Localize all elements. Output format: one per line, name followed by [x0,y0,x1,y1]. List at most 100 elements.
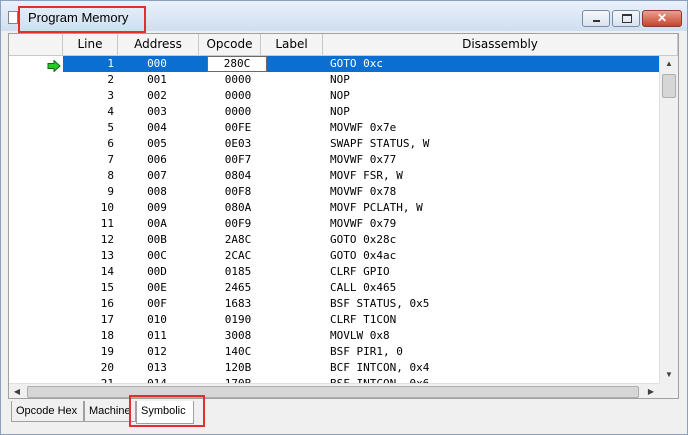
column-header-disassembly[interactable]: Disassembly [323,34,678,56]
address-cell: 00B [147,233,167,246]
line-cell: 3 [107,89,114,102]
header-gutter [9,34,63,56]
opcode-cell: 0000 [224,73,252,86]
disassembly-cell: GOTO 0xc [330,57,383,70]
table-row[interactable]: 10 009 080A MOVF PCLATH, W [63,200,659,216]
column-header-line[interactable]: Line [63,34,118,56]
disassembly-cell: SWAPF STATUS, W [330,137,430,150]
opcode-cell: 140C [224,345,252,358]
table-row[interactable]: 8 007 0804 MOVF FSR, W [63,168,659,184]
column-header-opcode[interactable]: Opcode [199,34,261,56]
opcode-cell: 2465 [224,281,252,294]
column-header-label[interactable]: Label [261,34,323,56]
column-header-address[interactable]: Address [118,34,199,56]
address-cell: 003 [147,105,167,118]
scroll-down-icon[interactable]: ▼ [661,367,677,383]
disassembly-cell: MOVWF 0x7e [330,121,397,134]
opcode-cell: 120B [224,361,252,374]
view-tabs: Opcode Hex Machine Symbolic [8,401,679,425]
address-cell: 013 [147,361,167,374]
green-arrow-icon [47,60,61,72]
scroll-up-icon[interactable]: ▲ [661,56,677,72]
line-cell: 9 [107,185,114,198]
opcode-cell: 00F8 [224,185,252,198]
disassembly-cell: CLRF T1CON [330,313,397,326]
line-cell: 2 [107,73,114,86]
disassembly-cell: NOP [330,105,350,118]
opcode-cell: 1683 [224,297,252,310]
address-cell: 00F [147,297,167,310]
table-row[interactable]: 3 002 0000 NOP [63,88,659,104]
table-row[interactable]: 13 00C 2CAC GOTO 0x4ac [63,248,659,264]
line-cell: 18 [100,329,114,342]
table-row[interactable]: 11 00A 00F9 MOVWF 0x79 [63,216,659,232]
table-row[interactable]: 6 005 0E03 SWAPF STATUS, W [63,136,659,152]
breakpoint-gutter[interactable] [9,56,63,398]
table-row[interactable]: 14 00D 0185 CLRF GPIO [63,264,659,280]
line-cell: 5 [107,121,114,134]
disassembly-cell: BSF PIR1, 0 [330,345,403,358]
minimize-button[interactable] [582,10,610,27]
table-row[interactable]: 9 008 00F8 MOVWF 0x78 [63,184,659,200]
scroll-left-icon[interactable]: ◀ [9,384,25,398]
line-cell: 10 [100,201,114,214]
table-row[interactable]: 18 011 3008 MOVLW 0x8 [63,328,659,344]
line-cell: 19 [100,345,114,358]
scroll-right-icon[interactable]: ▶ [643,384,659,398]
disassembly-cell: MOVF PCLATH, W [330,201,423,214]
table-row[interactable]: 20 013 120B BCF INTCON, 0x4 [63,360,659,376]
address-cell: 011 [147,329,167,342]
scrollbar-corner [659,383,678,398]
opcode-cell: 0E03 [224,137,252,150]
line-cell: 17 [100,313,114,326]
opcode-cell: 080A [224,201,252,214]
maximize-icon [622,14,632,23]
disassembly-cell: CLRF GPIO [330,265,390,278]
table-row[interactable]: 5 004 00FE MOVWF 0x7e [63,120,659,136]
table-row[interactable]: 15 00E 2465 CALL 0x465 [63,280,659,296]
opcode-cell: 280C [207,56,267,72]
disassembly-cell: GOTO 0x28c [330,233,397,246]
address-cell: 004 [147,121,167,134]
opcode-cell: 0000 [224,89,252,102]
disassembly-cell: MOVLW 0x8 [330,329,390,342]
table-row[interactable]: 12 00B 2A8C GOTO 0x28c [63,232,659,248]
line-cell: 14 [100,265,114,278]
close-button[interactable]: ✕ [642,10,682,27]
opcode-cell: 2CAC [224,249,252,262]
address-cell: 005 [147,137,167,150]
address-cell: 002 [147,89,167,102]
tab-opcode-hex[interactable]: Opcode Hex [11,401,84,422]
maximize-button[interactable] [612,10,640,27]
opcode-cell: 0000 [224,105,252,118]
table-row[interactable]: 1 000 280C GOTO 0xc [63,56,659,72]
opcode-cell: 00FE [224,121,252,134]
line-cell: 6 [107,137,114,150]
program-memory-grid: Line Address Opcode Label Disassembly 10… [8,33,679,399]
horizontal-scrollbar[interactable]: ◀ ▶ [9,383,659,398]
vertical-scroll-thumb[interactable] [662,74,676,98]
table-row[interactable]: 7 006 00F7 MOVWF 0x77 [63,152,659,168]
table-row[interactable]: 19 012 140C BSF PIR1, 0 [63,344,659,360]
table-row[interactable]: 2 001 0000 NOP [63,72,659,88]
tab-highlight-box [129,395,205,427]
table-row[interactable]: 17 010 0190 CLRF T1CON [63,312,659,328]
line-cell: 11 [100,217,114,230]
line-cell: 7 [107,153,114,166]
rows-container: 1 000 280C GOTO 0xc 2 001 0000 NOP 3 002 0000 NOP 4 0… [63,56,659,385]
opcode-cell: 0185 [224,265,252,278]
horizontal-scroll-thumb[interactable] [27,386,639,398]
line-cell: 15 [100,281,114,294]
opcode-cell: 3008 [224,329,252,342]
table-row[interactable]: 4 003 0000 NOP [63,104,659,120]
disassembly-cell: BCF INTCON, 0x4 [330,361,430,374]
disassembly-cell: MOVF FSR, W [330,169,403,182]
disassembly-cell: NOP [330,89,350,102]
line-cell: 8 [107,169,114,182]
vertical-scrollbar[interactable]: ▲ ▼ [659,56,678,383]
address-cell: 000 [147,57,167,70]
line-cell: 12 [100,233,114,246]
minimize-icon [593,20,600,22]
address-cell: 00A [147,217,167,230]
table-row[interactable]: 16 00F 1683 BSF STATUS, 0x5 [63,296,659,312]
